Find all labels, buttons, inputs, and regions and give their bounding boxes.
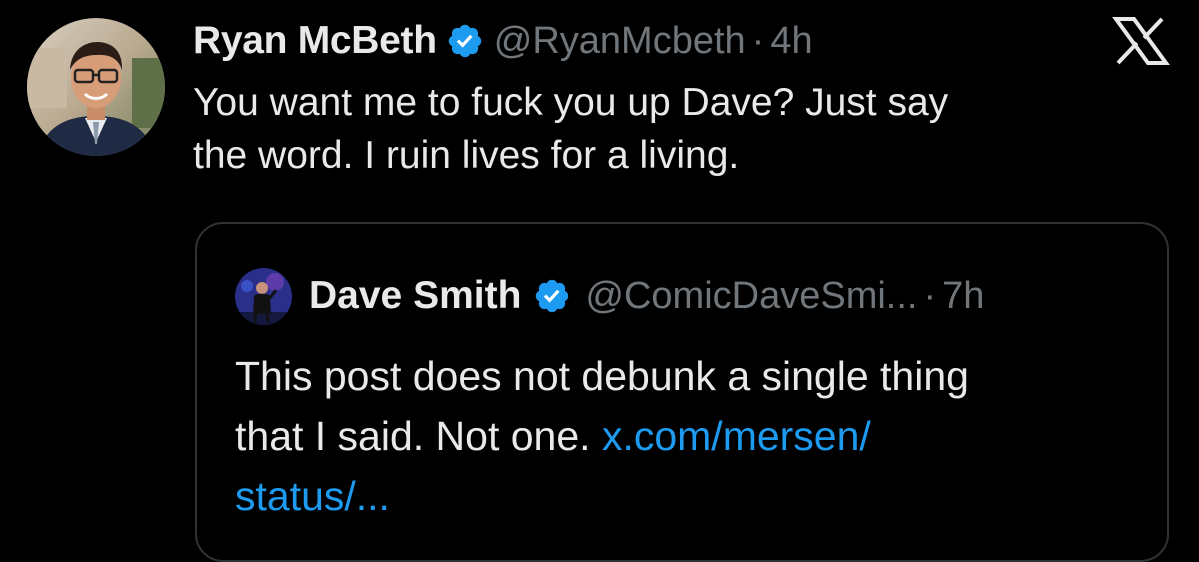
x-logo-icon[interactable] xyxy=(1112,16,1170,66)
tweet-header: Ryan McBeth @RyanMcbeth · 4h xyxy=(193,16,813,66)
quoted-text-prefix: that I said. Not one. xyxy=(235,413,591,459)
avatar-photo xyxy=(27,18,165,156)
quoted-author-name[interactable]: Dave Smith xyxy=(309,274,521,318)
verified-badge-icon[interactable] xyxy=(533,277,571,315)
separator-dot: · xyxy=(923,274,937,317)
tweet-timestamp[interactable]: 4h xyxy=(770,20,812,63)
separator-dot: · xyxy=(751,19,765,62)
tweet-text: You want me to fuck you up Dave? Just sa… xyxy=(193,76,1123,182)
quoted-author-handle[interactable]: @ComicDaveSmi... xyxy=(585,275,917,318)
author-avatar[interactable] xyxy=(27,18,165,156)
avatar-photo xyxy=(235,268,292,325)
quoted-link[interactable]: x.com/mersen/ xyxy=(602,413,871,459)
quoted-tweet-text: This post does not debunk a single thing… xyxy=(235,346,1135,526)
quoted-link-continued[interactable]: status/... xyxy=(235,473,390,519)
author-name[interactable]: Ryan McBeth xyxy=(193,19,437,63)
quoted-tweet-timestamp[interactable]: 7h xyxy=(942,275,984,318)
tweet-text-line: You want me to fuck you up Dave? Just sa… xyxy=(193,81,949,124)
author-handle[interactable]: @RyanMcbeth xyxy=(494,20,746,63)
tweet-text-line: the word. I ruin lives for a living. xyxy=(193,134,740,177)
verified-badge-icon[interactable] xyxy=(446,22,484,60)
quoted-text-line: status/... xyxy=(235,466,1135,526)
quoted-tweet-header: Dave Smith @ComicDaveSmi... · 7h xyxy=(309,268,984,324)
quoted-text-line: This post does not debunk a single thing xyxy=(235,353,969,399)
quoted-text-line: that I said. Not one. x.com/mersen/ xyxy=(235,406,1135,466)
quoted-author-avatar[interactable] xyxy=(235,268,292,325)
quoted-tweet-card[interactable]: Dave Smith @ComicDaveSmi... · 7h This po… xyxy=(195,222,1169,562)
